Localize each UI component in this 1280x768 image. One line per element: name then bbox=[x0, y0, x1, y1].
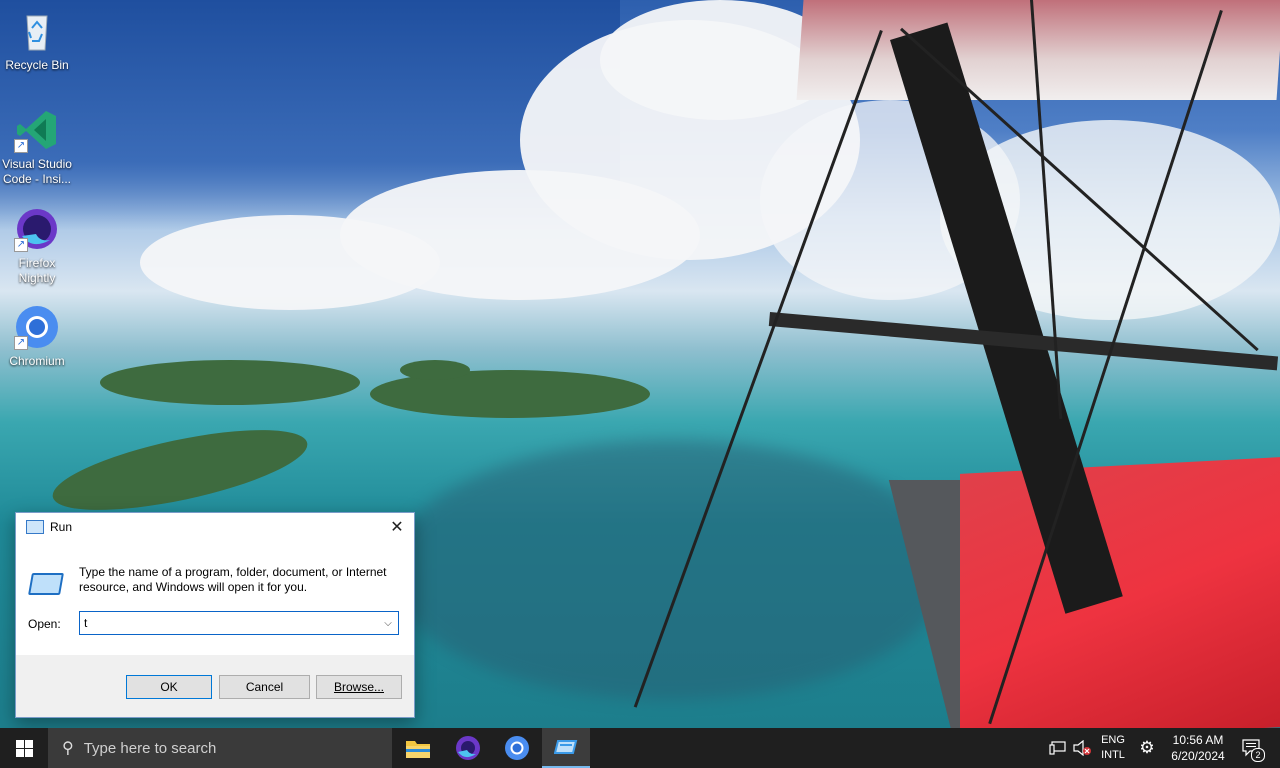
ok-button-label: OK bbox=[160, 680, 178, 694]
cloud-shadow bbox=[390, 440, 950, 700]
desktop-icon-vscode-insiders[interactable]: ↗ Visual Studio Code - Insi... bbox=[0, 107, 74, 187]
island bbox=[100, 360, 360, 405]
firefox-nightly-icon: ↗ bbox=[14, 206, 60, 252]
island bbox=[400, 360, 470, 380]
search-icon: ⚲ bbox=[62, 740, 74, 757]
desktop-icon-recycle-bin[interactable]: Recycle Bin bbox=[0, 8, 74, 73]
settings-gear-icon[interactable]: ⚙ bbox=[1134, 728, 1160, 768]
shortcut-arrow-icon: ↗ bbox=[14, 336, 28, 350]
clock[interactable]: 10:56 AM 6/20/2024 bbox=[1162, 728, 1234, 768]
notification-center-button[interactable]: 2 bbox=[1234, 728, 1270, 768]
shortcut-arrow-icon: ↗ bbox=[14, 139, 28, 153]
search-placeholder: Type here to search bbox=[83, 739, 217, 757]
browse-button-label: Browse... bbox=[333, 680, 384, 694]
chromium-icon: ↗ bbox=[14, 304, 60, 350]
open-label: Open: bbox=[28, 617, 61, 631]
desktop-icon-label: Recycle Bin bbox=[5, 58, 69, 72]
notification-badge: 2 bbox=[1251, 748, 1265, 762]
shortcut-arrow-icon: ↗ bbox=[14, 238, 28, 252]
run-icon bbox=[554, 740, 578, 754]
run-title: Run bbox=[50, 520, 73, 534]
run-titlebar[interactable]: Run ✕ bbox=[16, 513, 414, 541]
vscode-insiders-icon: ↗ bbox=[14, 107, 60, 153]
run-body: Type the name of a program, folder, docu… bbox=[16, 541, 414, 655]
file-explorer-icon bbox=[406, 741, 430, 758]
taskbar-search-box[interactable]: ⚲ Type here to search bbox=[48, 728, 392, 768]
windows-logo-icon bbox=[15, 739, 33, 757]
network-icon[interactable] bbox=[1046, 728, 1070, 768]
cancel-button-label: Cancel bbox=[245, 680, 284, 694]
input-language-indicator[interactable]: ENG INTL bbox=[1096, 728, 1130, 768]
taskbar-chromium[interactable] bbox=[493, 728, 541, 768]
start-button[interactable] bbox=[0, 728, 48, 768]
language-code: ENG bbox=[1101, 734, 1125, 746]
run-description: Type the name of a program, folder, docu… bbox=[79, 565, 387, 594]
chevron-down-icon[interactable]: ⌵ bbox=[378, 618, 398, 629]
keyboard-layout: INTL bbox=[1101, 749, 1125, 761]
open-combobox[interactable]: ⌵ bbox=[79, 611, 399, 635]
run-icon bbox=[26, 520, 44, 534]
browse-button[interactable]: Browse... bbox=[316, 675, 402, 699]
recycle-bin-icon bbox=[14, 8, 60, 54]
taskbar: ⚲ Type here to search ENG INTL ⚙ 10:56 A… bbox=[0, 728, 1280, 768]
ok-button[interactable]: OK bbox=[126, 675, 212, 699]
island bbox=[46, 413, 314, 527]
desktop-icon-label: Firefox Nightly bbox=[18, 256, 56, 285]
desktop-icon-chromium[interactable]: ↗ Chromium bbox=[0, 304, 74, 369]
cancel-button[interactable]: Cancel bbox=[219, 675, 310, 699]
taskbar-firefox-nightly[interactable] bbox=[444, 728, 492, 768]
clock-time: 10:56 AM bbox=[1172, 733, 1224, 747]
cloud bbox=[140, 215, 440, 310]
close-button[interactable]: ✕ bbox=[380, 513, 414, 541]
chromium-icon bbox=[505, 736, 529, 760]
close-icon: ✕ bbox=[390, 519, 404, 536]
desktop-icon-label: Chromium bbox=[9, 354, 65, 368]
run-dialog: Run ✕ Type the name of a program, folder… bbox=[15, 512, 415, 718]
desktop-icon-label: Visual Studio Code - Insi... bbox=[2, 157, 72, 186]
run-program-icon bbox=[28, 573, 64, 595]
clock-date: 6/20/2024 bbox=[1171, 749, 1225, 763]
volume-muted-icon[interactable] bbox=[1070, 728, 1094, 768]
open-input[interactable] bbox=[80, 615, 378, 631]
firefox-nightly-icon bbox=[456, 736, 480, 760]
desktop-icon-firefox-nightly[interactable]: ↗ Firefox Nightly bbox=[0, 206, 74, 286]
taskbar-file-explorer[interactable] bbox=[394, 728, 442, 768]
taskbar-run[interactable] bbox=[542, 728, 590, 768]
